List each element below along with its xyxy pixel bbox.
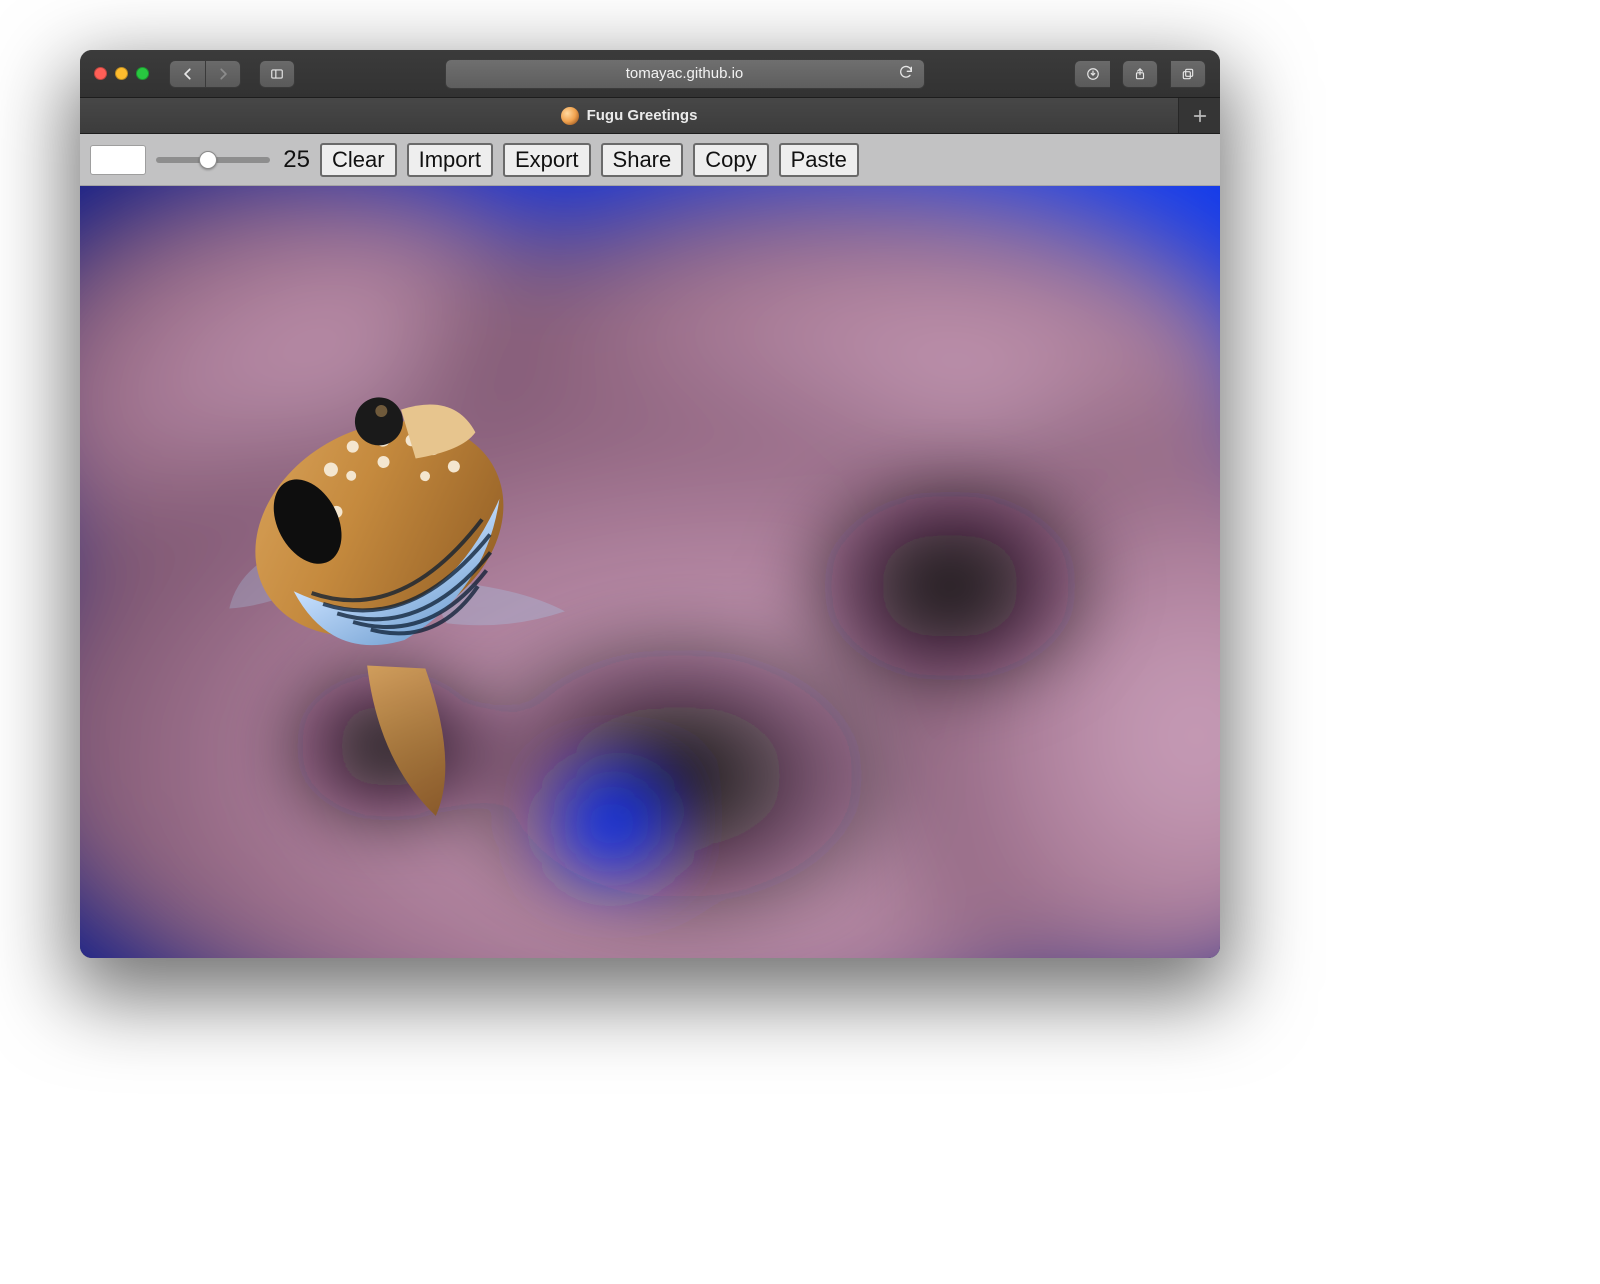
pufferfish-icon [561, 107, 579, 125]
browser-window: tomayac.github.io Fugu Greetings [80, 50, 1220, 958]
traffic-lights [94, 67, 149, 80]
nav-buttons [169, 60, 241, 88]
minimize-window-button[interactable] [115, 67, 128, 80]
import-button[interactable]: Import [407, 143, 493, 177]
export-button[interactable]: Export [503, 143, 591, 177]
browser-titlebar: tomayac.github.io [80, 50, 1220, 98]
brush-size-slider[interactable] [156, 157, 270, 163]
app-toolbar: 25 Clear Import Export Share Copy Paste [80, 134, 1220, 186]
chevron-right-icon [216, 67, 230, 81]
maximize-window-button[interactable] [136, 67, 149, 80]
tabs-icon [1181, 67, 1195, 81]
sidebar-icon [270, 67, 284, 81]
back-button[interactable] [169, 60, 205, 88]
close-window-button[interactable] [94, 67, 107, 80]
tabs-overview-button[interactable] [1170, 60, 1206, 88]
reload-button[interactable] [898, 64, 914, 84]
browser-tabbar: Fugu Greetings [80, 98, 1220, 134]
color-picker[interactable] [90, 145, 146, 175]
new-tab-button[interactable] [1178, 98, 1220, 133]
downloads-button[interactable] [1074, 60, 1110, 88]
address-bar[interactable]: tomayac.github.io [445, 59, 925, 89]
share-button[interactable] [1122, 60, 1158, 88]
canvas-image [80, 186, 1220, 958]
copy-button[interactable]: Copy [693, 143, 768, 177]
reload-icon [898, 64, 914, 80]
right-toolbar-group [1074, 60, 1206, 88]
download-icon [1086, 67, 1100, 81]
slider-thumb[interactable] [199, 151, 217, 169]
share-icon [1133, 67, 1147, 81]
address-bar-text: tomayac.github.io [626, 65, 744, 82]
tab-title: Fugu Greetings [587, 107, 698, 124]
forward-button[interactable] [205, 60, 241, 88]
chevron-left-icon [181, 67, 195, 81]
paste-button[interactable]: Paste [779, 143, 859, 177]
clear-button[interactable]: Clear [320, 143, 397, 177]
sidebar-toggle-button[interactable] [259, 60, 295, 88]
drawing-canvas[interactable] [80, 186, 1220, 958]
share-button-app[interactable]: Share [601, 143, 684, 177]
brush-size-value: 25 [278, 146, 310, 174]
browser-tab[interactable]: Fugu Greetings [80, 98, 1178, 133]
plus-icon [1192, 108, 1208, 124]
